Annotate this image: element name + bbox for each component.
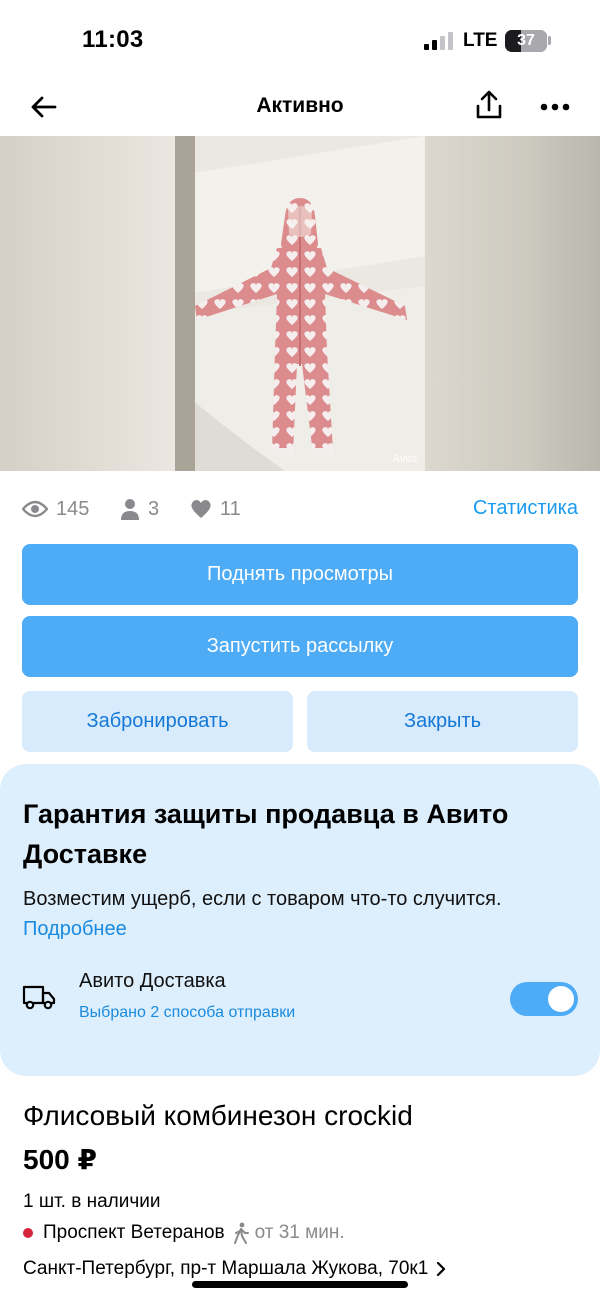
address-row[interactable]: Санкт-Петербург, пр-т Маршала Жукова, 70… (23, 1255, 446, 1283)
person-icon (121, 499, 139, 520)
delivery-subtitle[interactable]: Выбрано 2 способа отправки (79, 1004, 295, 1022)
toggle-knob (548, 986, 574, 1012)
favorites-count: 11 (220, 497, 241, 520)
listing-photo[interactable]: Avito (175, 136, 425, 471)
gallery-blur-left (0, 136, 175, 471)
page-title: Активно (256, 94, 344, 117)
metro-name: Проспект Ветеранов (43, 1222, 225, 1243)
delivery-truck-icon (22, 984, 56, 1015)
close-button[interactable]: Закрыть (307, 691, 578, 752)
statistics-link[interactable]: Статистика (473, 497, 578, 520)
more-icon (540, 103, 570, 111)
views-stat: 145 (22, 492, 89, 526)
reserve-button[interactable]: Забронировать (22, 691, 293, 752)
home-indicator[interactable] (192, 1281, 408, 1288)
walk-time-label: от 31 мин. (254, 1222, 345, 1243)
seller-guarantee-card: Гарантия защиты продавца в Авито Доставк… (0, 764, 600, 1076)
more-button[interactable] (538, 90, 572, 124)
network-type: LTE (463, 30, 498, 51)
guarantee-text: Возместим ущерб, если с товаром что-то с… (23, 888, 502, 910)
jumpsuit-image (175, 136, 425, 471)
contacts-count: 3 (148, 497, 160, 520)
photo-watermark: Avito (392, 453, 417, 465)
metro-station: Проспект Ветеранов от 31 мин. (23, 1220, 345, 1246)
item-title: Флисовый комбинезон crockid (23, 1100, 413, 1131)
share-icon (476, 90, 502, 119)
battery-cap (548, 36, 551, 45)
battery-level: 37 (517, 32, 535, 49)
nav-bar: Активно (0, 80, 600, 134)
more-info-link[interactable]: Подробнее (23, 914, 127, 944)
heart-icon (191, 500, 211, 518)
stats-row: 145 3 11 Статистика (22, 492, 578, 526)
share-button[interactable] (472, 86, 506, 124)
eye-icon (22, 500, 48, 518)
chevron-right-icon (437, 1261, 446, 1277)
guarantee-title: Гарантия защиты продавца в Авито Доставк… (23, 799, 509, 869)
battery-icon: 37 (505, 30, 547, 52)
signal-icon (424, 32, 454, 50)
metro-line-dot (23, 1228, 33, 1238)
favorites-stat: 11 (190, 492, 241, 526)
item-price: 500 ₽ (23, 1144, 97, 1175)
status-bar: 11:03 LTE 37 (0, 0, 600, 80)
start-mailing-button[interactable]: Запустить рассылку (22, 616, 578, 677)
raise-views-button[interactable]: Поднять просмотры (22, 544, 578, 605)
status-time: 11:03 (82, 26, 144, 53)
walk-time: от 31 мин. (233, 1222, 345, 1244)
gallery-blur-right (425, 136, 600, 471)
delivery-toggle[interactable] (510, 982, 578, 1016)
item-stock: 1 шт. в наличии (23, 1191, 161, 1212)
walking-icon (233, 1222, 249, 1244)
contacts-stat: 3 (120, 492, 159, 526)
views-count: 145 (56, 497, 90, 520)
address-text: Санкт-Петербург, пр-т Маршала Жукова, 70… (23, 1258, 429, 1279)
delivery-title: Авито Доставка (79, 970, 226, 992)
photo-gallery[interactable]: Avito (0, 136, 600, 471)
